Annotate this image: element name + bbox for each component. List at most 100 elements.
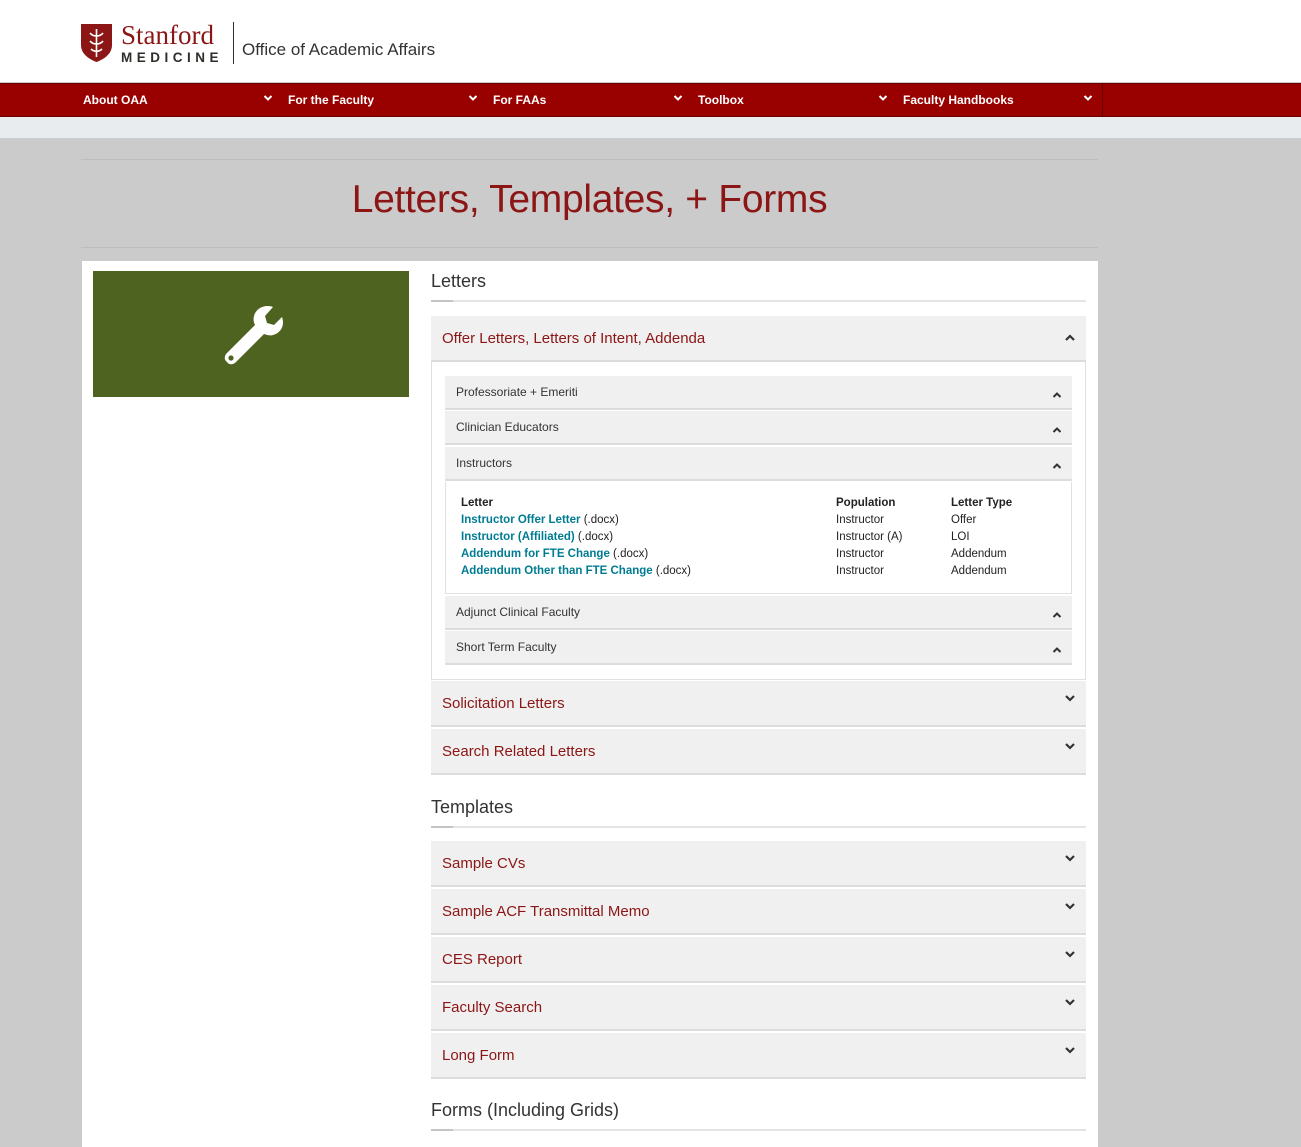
table-cell-letter: Instructor Offer Letter (.docx) (461, 514, 619, 526)
accordion-label: Search Related Letters (442, 742, 596, 760)
table-cell-letter-type: Offer (951, 514, 977, 526)
wrench-icon (224, 306, 283, 365)
nav-for-faas[interactable]: For FAAs (490, 84, 695, 116)
nav-label: Faculty Handbooks (903, 93, 1014, 107)
nav-label: About OAA (83, 93, 148, 107)
table-cell-population: Instructor (836, 565, 884, 577)
logo-divider (233, 22, 235, 64)
table-cell-letter: Instructor (Affiliated) (.docx) (461, 531, 613, 543)
toolbox-hero-banner (93, 271, 409, 397)
subsection-short-term-faculty[interactable]: Short Term Faculty (445, 631, 1072, 665)
chevron-down-icon (263, 95, 273, 101)
stanford-medicine-logo[interactable]: Stanford MEDICINE Office of Academic Aff… (80, 19, 436, 65)
accordion-sample-cvs[interactable]: Sample CVs (431, 841, 1086, 887)
subsection-label: Clinician Educators (456, 420, 559, 434)
accordion-label: Sample CVs (442, 854, 526, 872)
subsection-clinician-educators[interactable]: Clinician Educators (445, 411, 1072, 445)
file-extension: (.docx) (652, 565, 692, 577)
letter-download-link[interactable]: Instructor (Affiliated) (461, 531, 575, 543)
letters-heading: Letters (431, 271, 487, 291)
nav-for-the-faculty[interactable]: For the Faculty (285, 84, 490, 116)
chevron-down-icon (1065, 855, 1075, 862)
subsection-label: Adjunct Clinical Faculty (456, 605, 581, 619)
chevron-down-icon (673, 95, 683, 101)
accordion-long-form[interactable]: Long Form (431, 1033, 1086, 1079)
table-header-population: Population (836, 497, 896, 509)
nav-label: For FAAs (493, 93, 547, 107)
templates-heading: Templates (431, 797, 514, 817)
subsection-label: Short Term Faculty (456, 640, 557, 654)
accordion-solicitation-letters[interactable]: Solicitation Letters (431, 681, 1086, 727)
stanford-shield-icon (81, 24, 112, 62)
nav-toolbox[interactable]: Toolbox (695, 84, 900, 116)
subsection-instructors[interactable]: Instructors (445, 447, 1072, 481)
accordion-label: Offer Letters, Letters of Intent, Addend… (442, 329, 706, 347)
accordion-label: Faculty Search (442, 998, 543, 1016)
chevron-up-icon (1052, 612, 1062, 618)
accordion-label: Sample ACF Transmittal Memo (442, 902, 650, 920)
main-content: Letters Offer Letters, Letters of Intent… (82, 261, 1098, 1147)
nav-label: Toolbox (698, 93, 744, 107)
office-name: Office of Academic Affairs (242, 40, 436, 59)
file-extension: (.docx) (574, 531, 614, 543)
table-cell-letter: Addendum Other than FTE Change (.docx) (461, 565, 691, 577)
chevron-down-icon (1065, 951, 1075, 958)
subsection-label: Professoriate + Emeriti (456, 385, 578, 399)
title-rule-bottom (81, 247, 1098, 248)
table-cell-population: Instructor (836, 548, 884, 560)
table-cell-letter: Addendum for FTE Change (.docx) (461, 548, 648, 560)
chevron-down-icon (468, 95, 478, 101)
nav-faculty-handbooks[interactable]: Faculty Handbooks (900, 84, 1105, 116)
file-extension: (.docx) (580, 514, 619, 526)
chevron-down-icon (1083, 95, 1093, 101)
nav-label: For the Faculty (288, 93, 375, 107)
letter-download-link[interactable]: Addendum for FTE Change (461, 548, 610, 560)
chevron-down-icon (1065, 999, 1075, 1006)
nav-about-oaa[interactable]: About OAA (80, 84, 285, 116)
chevron-up-icon (1065, 334, 1075, 341)
table-header-letter: Letter (461, 497, 493, 509)
table-header-letter-type: Letter Type (951, 497, 1013, 509)
accordion-ces-report[interactable]: CES Report (431, 937, 1086, 983)
chevron-up-icon (1052, 463, 1062, 469)
chevron-up-icon (1052, 647, 1062, 653)
chevron-down-icon (1065, 743, 1075, 750)
subsection-professoriate-emeriti[interactable]: Professoriate + Emeriti (445, 376, 1072, 410)
letter-download-link[interactable]: Addendum Other than FTE Change (461, 565, 653, 577)
chevron-down-icon (1065, 1047, 1075, 1054)
table-cell-letter-type: Addendum (951, 565, 1007, 577)
subsection-adjunct-clinical-faculty[interactable]: Adjunct Clinical Faculty (445, 596, 1072, 630)
subsection-label: Instructors (456, 456, 513, 470)
accordion-label: Long Form (442, 1046, 515, 1064)
accordion-faculty-search[interactable]: Faculty Search (431, 985, 1086, 1031)
accordion-label: CES Report (442, 950, 523, 968)
chevron-down-icon (878, 95, 888, 101)
logo-stanford-text: Stanford (121, 19, 214, 50)
table-cell-letter-type: Addendum (951, 548, 1007, 560)
letter-download-link[interactable]: Instructor Offer Letter (461, 514, 581, 526)
chevron-down-icon (1065, 695, 1075, 702)
chevron-up-icon (1052, 427, 1062, 433)
main-nav: About OAA For the Faculty For FAAs Toolb… (0, 83, 1301, 117)
table-cell-population: Instructor (836, 514, 884, 526)
table-cell-population: Instructor (A) (836, 531, 903, 543)
nav-separator (1102, 84, 1103, 116)
templates-heading-rule (431, 826, 1086, 828)
page-title: Letters, Templates, + Forms (351, 178, 828, 221)
accordion-offer-letters[interactable]: Offer Letters, Letters of Intent, Addend… (431, 316, 1086, 362)
accordion-search-related-letters[interactable]: Search Related Letters (431, 729, 1086, 775)
table-cell-letter-type: LOI (951, 531, 970, 543)
instructors-letter-table: Letter Population Letter Type Instructor… (445, 482, 1072, 594)
letters-heading-rule (431, 300, 1086, 302)
accordion-label: Solicitation Letters (442, 694, 565, 712)
logo-medicine-text: MEDICINE (121, 49, 224, 65)
site-header: Stanford MEDICINE Office of Academic Aff… (0, 0, 1301, 82)
forms-heading-rule (431, 1129, 1086, 1131)
forms-heading: Forms (Including Grids) (431, 1100, 620, 1120)
sub-header-bar (0, 117, 1301, 138)
accordion-sample-acf-transmittal-memo[interactable]: Sample ACF Transmittal Memo (431, 889, 1086, 935)
chevron-up-icon (1052, 392, 1062, 398)
title-rule-top (81, 159, 1098, 160)
file-extension: (.docx) (609, 548, 649, 560)
chevron-down-icon (1065, 903, 1075, 910)
